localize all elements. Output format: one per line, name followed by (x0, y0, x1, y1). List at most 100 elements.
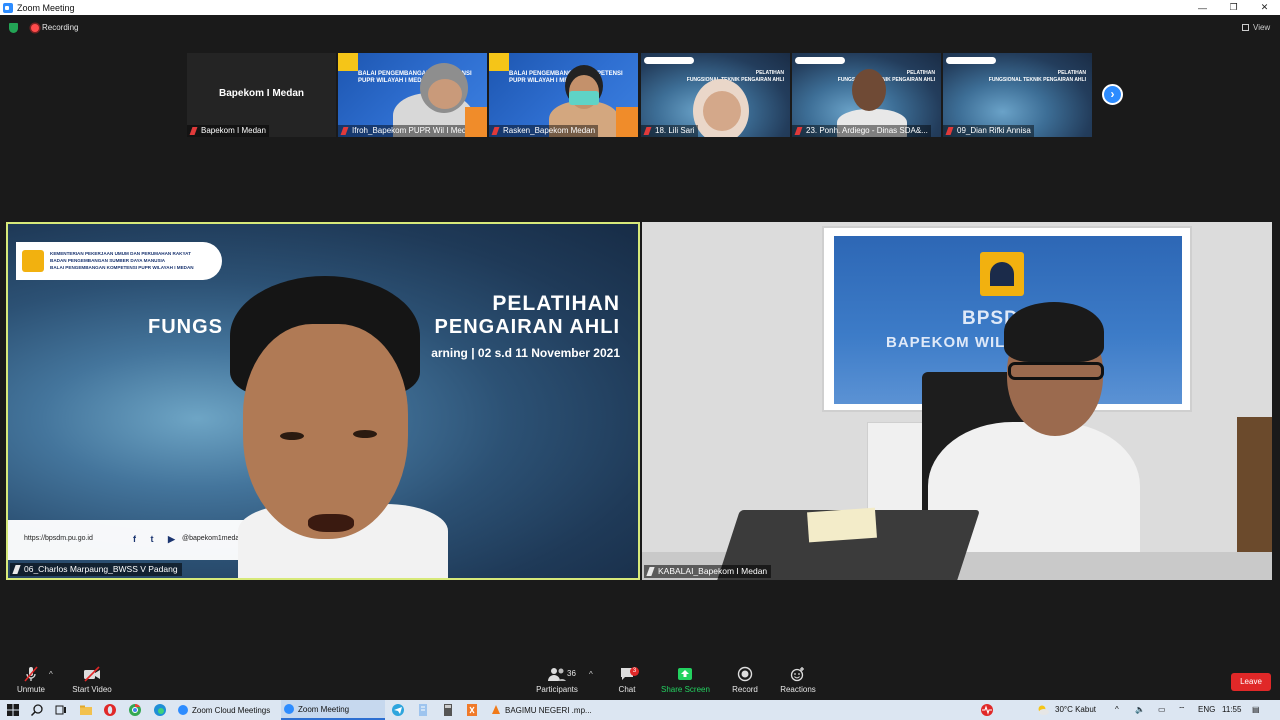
participant-video-mask (569, 91, 599, 105)
pu-logo-icon (22, 250, 44, 272)
search-icon[interactable] (30, 703, 44, 717)
taskbar-app-active[interactable]: Zoom Meeting (281, 700, 385, 720)
vlc-icon (492, 705, 500, 714)
notes-icon[interactable] (416, 703, 430, 717)
task-view-icon[interactable] (54, 703, 68, 717)
smiley-plus-icon (780, 666, 816, 682)
wifi-icon[interactable]: ⌔ (1178, 700, 1186, 720)
security-shield-icon[interactable] (9, 23, 18, 33)
start-video-button[interactable]: Start Video (71, 666, 113, 694)
muted-mic-icon (189, 127, 198, 135)
record-label: Record (732, 685, 758, 694)
participant-thumbnail[interactable]: PELATIHAN FUNGSIONAL TEKNIK PENGAIRAN AH… (792, 53, 941, 137)
speaker-mouth (308, 514, 354, 532)
participant-thumbnail[interactable]: PELATIHAN FUNGSIONAL TEKNIK PENGAIRAN AH… (641, 53, 790, 137)
muted-mic-icon (491, 127, 500, 135)
speaker-face (243, 324, 408, 539)
active-speaker-video[interactable]: KEMENTERIAN PEKERJAAN UMUM DAN PERUMAHAN… (6, 222, 640, 580)
participant-display-name: Bapekom I Medan (218, 88, 305, 99)
minimize-button[interactable]: — (1187, 0, 1218, 15)
participant-thumbnail[interactable]: PELATIHAN FUNGSIONAL TEKNIK PENGAIRAN AH… (943, 53, 1092, 137)
participants-count: 36 (567, 669, 576, 678)
chrome-icon[interactable] (128, 703, 142, 717)
zoom-logo-icon (3, 2, 13, 13)
unmute-button[interactable]: Unmute (14, 666, 48, 694)
participant-video-face (428, 79, 462, 109)
view-button[interactable]: View (1242, 23, 1270, 32)
audio-options-caret-icon[interactable]: ^ (49, 670, 53, 679)
record-icon (730, 666, 760, 682)
reactions-button[interactable]: Reactions (780, 666, 816, 694)
language-indicator[interactable]: ENG (1198, 700, 1215, 720)
mic-icon (12, 565, 21, 574)
share-screen-label: Share Screen (661, 685, 710, 694)
muted-mic-icon (945, 127, 954, 135)
participant-glasses (1008, 362, 1104, 380)
zoom-app-icon (284, 704, 294, 714)
chat-label: Chat (618, 685, 636, 694)
slide-title-part: PENGAIRAN AHLI (434, 316, 620, 338)
title-bar: Zoom Meeting — ❐ ✕ (0, 0, 1280, 15)
participant-name-label: 09_Dian Rifki Annisa (943, 125, 1034, 137)
zoom-meeting-window: Zoom Meeting — ❐ ✕ Recording View Bapeko… (0, 0, 1280, 720)
participant-video-face (703, 91, 741, 131)
speaker-eye (353, 430, 377, 438)
participant-hair (1004, 302, 1104, 362)
view-label: View (1253, 23, 1271, 32)
window-controls: — ❐ ✕ (1187, 0, 1280, 15)
mic-icon (646, 567, 655, 576)
weather-text[interactable]: 30°C Kabut (1055, 700, 1096, 720)
participants-label: Participants (536, 685, 578, 694)
chat-unread-badge: 3 (630, 667, 639, 676)
meeting-info-bar (0, 15, 1280, 41)
volume-icon[interactable]: 🔈 (1135, 700, 1145, 720)
calculator-icon[interactable] (441, 703, 455, 717)
notifications-icon[interactable]: ▤ (1252, 700, 1260, 720)
participants-caret-icon[interactable]: ^ (589, 670, 593, 679)
meeting-toolbar (0, 660, 1280, 700)
recording-label: Recording (42, 23, 79, 32)
pdf-app-icon[interactable] (465, 703, 479, 717)
start-video-label: Start Video (72, 685, 112, 694)
taskbar-app[interactable]: BAGIMU NEGERI .mp... (488, 700, 610, 720)
institution-logo: KEMENTERIAN PEKERJAAN UMUM DAN PERUMAHAN… (16, 242, 222, 280)
slide-footer: https://bpsdm.pu.go.id f t ▶ @bapekom1me… (8, 520, 253, 560)
participant-name-label: KABALAI_Bapekom I Medan (644, 565, 772, 578)
record-button[interactable]: Record (730, 666, 760, 694)
weather-icon[interactable] (1036, 703, 1050, 717)
show-hidden-icons-icon[interactable]: ^ (1115, 700, 1119, 720)
institution-text: KEMENTERIAN PEKERJAAN UMUM DAN PERUMAHAN… (50, 251, 194, 270)
institution-logo-strip (644, 57, 694, 64)
paper-note (807, 507, 877, 543)
battery-icon[interactable]: ▭ (1158, 700, 1166, 720)
participant-name-label: 18. Lili Sari (641, 125, 698, 137)
edge-icon[interactable] (153, 703, 167, 717)
windows-start-icon[interactable] (6, 703, 20, 717)
file-explorer-icon[interactable] (79, 703, 93, 717)
participant-video[interactable]: BPSDM BAPEKOM WIL AN KABALAI_Bapekom I M… (642, 222, 1272, 580)
participant-thumbnail[interactable]: Bapekom I Medan Bapekom I Medan (187, 53, 336, 137)
next-page-arrow-icon[interactable]: › (1102, 84, 1123, 105)
slide-title-part: FUNGS (148, 316, 223, 338)
pu-logo-icon (980, 252, 1024, 296)
taskbar-app[interactable]: Zoom Cloud Meetings (175, 700, 278, 720)
share-screen-button[interactable]: Share Screen (661, 666, 710, 694)
opera-icon[interactable] (103, 703, 117, 717)
slide-title: PELATIHAN (492, 292, 620, 315)
window-title: Zoom Meeting (17, 2, 75, 13)
recording-dot-icon (31, 24, 39, 32)
participant-thumbnail[interactable]: BALAI PENGEMBANGAN KOMPETENSI PUPR WILAY… (489, 53, 638, 137)
close-button[interactable]: ✕ (1249, 0, 1280, 15)
participant-name-label: 23. Ponh. Ardiego - Dinas SDA&... (792, 125, 931, 137)
leave-button[interactable]: Leave (1231, 673, 1271, 691)
participant-name-label: 06_Charlos Marpaung_BWSS V Padang (10, 563, 182, 576)
telegram-icon[interactable] (391, 703, 405, 717)
participant-video-face (852, 69, 886, 111)
restore-button[interactable]: ❐ (1218, 0, 1249, 15)
grid-view-icon (1242, 24, 1249, 31)
clock[interactable]: 11:55 (1222, 700, 1241, 720)
network-activity-icon[interactable] (980, 703, 994, 717)
participant-name-label: Ifroh_Bapekom PUPR Wil I Medan (338, 125, 479, 137)
participant-thumbnail[interactable]: BALAI PENGEMBANGAN KOMPETENSI PUPR WILAY… (338, 53, 487, 137)
muted-mic-icon (794, 127, 803, 135)
